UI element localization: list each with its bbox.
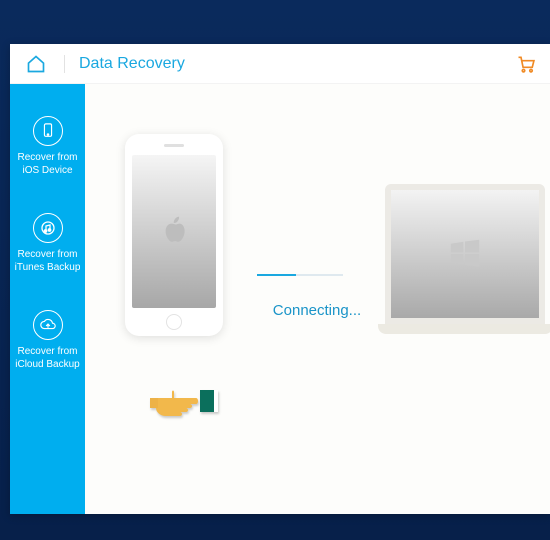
cart-icon xyxy=(516,54,536,74)
main-panel: Connecting... xyxy=(85,84,550,514)
windows-icon xyxy=(446,235,484,273)
iphone-illustration xyxy=(125,134,223,336)
itunes-icon xyxy=(33,213,63,243)
body: Recover from iOS Device Recover from iTu… xyxy=(10,84,550,514)
app-window: Data Recovery Recover from iOS Device xyxy=(10,44,550,514)
progress-bar xyxy=(257,274,343,276)
sidebar-item-itunes-backup[interactable]: Recover from iTunes Backup xyxy=(10,213,85,274)
sidebar-item-label: Recover from iTunes Backup xyxy=(15,249,81,274)
divider xyxy=(64,55,65,73)
titlebar: Data Recovery xyxy=(10,44,550,84)
status-text: Connecting... xyxy=(257,302,377,319)
sidebar-item-label: Recover from iCloud Backup xyxy=(15,346,79,371)
home-icon xyxy=(26,54,46,74)
cloud-icon xyxy=(33,310,63,340)
apple-icon xyxy=(160,215,188,249)
page-title: Data Recovery xyxy=(79,55,185,73)
cart-button[interactable] xyxy=(514,52,538,76)
sidebar-item-label: Recover from iOS Device xyxy=(17,152,77,177)
sidebar-item-ios-device[interactable]: Recover from iOS Device xyxy=(10,116,85,177)
laptop-illustration xyxy=(380,184,550,339)
sidebar-item-icloud-backup[interactable]: Recover from iCloud Backup xyxy=(10,310,85,371)
pointing-hand-icon xyxy=(146,384,218,418)
device-icon xyxy=(33,116,63,146)
sidebar: Recover from iOS Device Recover from iTu… xyxy=(10,84,85,514)
home-button[interactable] xyxy=(22,50,50,78)
